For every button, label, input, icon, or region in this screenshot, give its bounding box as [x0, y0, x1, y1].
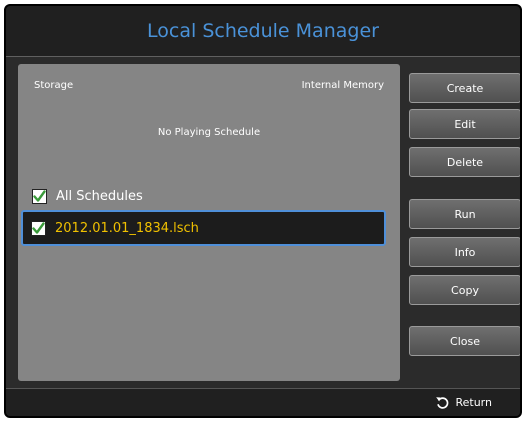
return-arrow-icon	[436, 397, 449, 409]
all-schedules-row[interactable]: All Schedules	[32, 184, 143, 208]
dialog-footer: Return	[6, 388, 520, 416]
schedule-item-name: 2012.01.01_1834.lsch	[55, 220, 199, 236]
local-schedule-manager-dialog: Local Schedule Manager Storage Internal …	[4, 4, 522, 418]
checkmark-icon	[32, 221, 45, 234]
return-label: Return	[455, 396, 492, 409]
create-button[interactable]: Create	[409, 73, 520, 103]
storage-label: Storage	[34, 80, 74, 91]
all-schedules-label: All Schedules	[56, 188, 143, 204]
all-schedules-checkbox[interactable]	[32, 188, 47, 204]
schedule-list-panel: Storage Internal Memory No Playing Sched…	[18, 64, 400, 381]
return-button[interactable]: Return	[435, 395, 492, 410]
run-button[interactable]: Run	[409, 199, 520, 229]
storage-value: Internal Memory	[301, 80, 384, 91]
copy-button[interactable]: Copy	[409, 275, 520, 305]
close-button[interactable]: Close	[409, 326, 520, 356]
delete-button[interactable]: Delete	[409, 147, 520, 177]
dialog-body: Storage Internal Memory No Playing Sched…	[6, 57, 520, 388]
schedule-list-item[interactable]: 2012.01.01_1834.lsch	[21, 210, 386, 246]
dialog-title: Local Schedule Manager	[6, 6, 520, 57]
playing-status-text: No Playing Schedule	[157, 127, 261, 138]
edit-button[interactable]: Edit	[409, 109, 520, 139]
info-button[interactable]: Info	[409, 237, 520, 267]
schedule-item-checkbox[interactable]	[31, 220, 46, 236]
checkmark-icon	[33, 189, 46, 202]
